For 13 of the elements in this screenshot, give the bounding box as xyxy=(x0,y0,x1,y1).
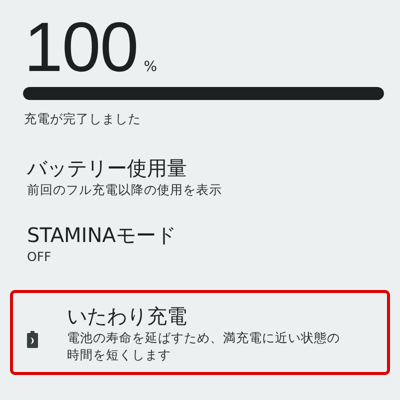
item-title: バッテリー使用量 xyxy=(27,155,188,181)
battery-percentage: 100 xyxy=(24,14,138,80)
item-summary: 電池の寿命を延ばすため、満充電に近い状態の時間を短くします xyxy=(67,328,341,362)
percent-sign: % xyxy=(144,59,158,75)
item-title: いたわり充電 xyxy=(67,302,188,328)
battery-icon xyxy=(27,331,38,348)
charge-status: 充電が完了しました xyxy=(24,111,142,128)
settings-item[interactable]: バッテリー使用量 前回のフル充電以降の使用を表示 xyxy=(10,152,390,201)
item-summary: 前回のフル充電以降の使用を表示 xyxy=(27,181,223,198)
item-summary: OFF xyxy=(27,248,52,265)
item-title: STAMINAモード xyxy=(27,222,177,248)
settings-item[interactable]: いたわり充電 電池の寿命を延ばすため、満充電に近い状態の時間を短くします xyxy=(10,290,390,375)
settings-item[interactable]: STAMINAモード OFF xyxy=(10,219,390,268)
